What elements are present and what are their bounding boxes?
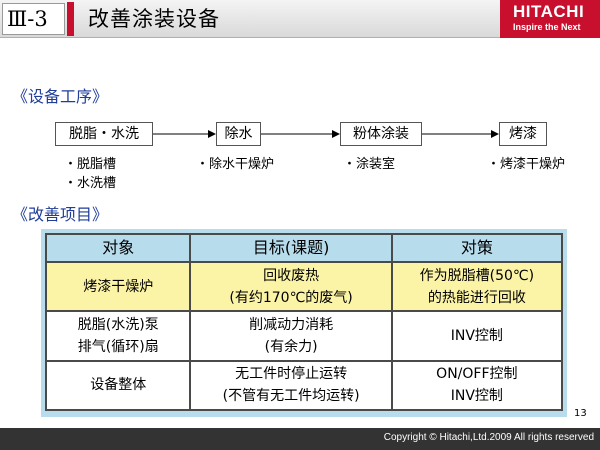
cell-line: INV控制	[450, 388, 503, 405]
cell-target: 设备整体	[44, 359, 192, 412]
cell-target: 烤漆干燥炉	[44, 260, 192, 313]
cell-line: (有余力)	[264, 338, 318, 355]
cell-goal: 削减动力消耗 (有余力)	[189, 310, 393, 362]
cell-goal: 回收废热 (有约170℃的废气)	[189, 260, 393, 313]
cell-line: 脱脂(水洗)泵	[77, 316, 159, 333]
column-header-target: 对象	[44, 233, 192, 263]
cell-line: 的热能进行回收	[427, 289, 526, 306]
cell-line: 排气(循环)扇	[77, 338, 159, 355]
improvements-table: 对象 目标(课题) 对策 烤漆干燥炉 回收废热 (有约170℃的废气) 作为脱脂…	[44, 233, 564, 412]
cell-measure: INV控制	[390, 310, 564, 362]
cell-line: 作为脱脂槽(50℃)	[419, 267, 535, 284]
slide-footer: Copyright © Hitachi,Ltd.2009 All rights …	[0, 428, 600, 450]
process-step-baking: 烤漆	[499, 122, 547, 146]
equipment-item: ・脱脂槽	[64, 157, 117, 172]
cell-line: 回收废热	[263, 267, 320, 284]
cell-line: (有约170℃的废气)	[229, 289, 353, 306]
cell-line: 烤漆干燥炉	[83, 278, 154, 295]
equipment-item: ・涂装室	[343, 157, 396, 172]
improvements-table-frame: 对象 目标(课题) 对策 烤漆干燥炉 回收废热 (有约170℃的废气) 作为脱脂…	[41, 229, 567, 417]
step-3-equipment: ・涂装室	[343, 155, 395, 174]
cell-line: 无工件时停止运转	[235, 366, 348, 383]
process-step-dewater: 除水	[216, 122, 261, 146]
table-header-row: 对象 目标(课题) 对策	[44, 233, 564, 263]
copyright-text: Copyright © Hitachi,Ltd.2009 All rights …	[383, 432, 594, 443]
cell-measure: ON/OFF控制 INV控制	[390, 359, 564, 412]
table-row: 脱脂(水洗)泵 排气(循环)扇 削减动力消耗 (有余力) INV控制	[44, 310, 564, 362]
page-number: 13	[574, 408, 587, 419]
cell-line: ON/OFF控制	[436, 366, 518, 383]
step-2-equipment: ・除水干燥炉	[196, 155, 274, 174]
table-row: 设备整体 无工件时停止运转 (不管有无工件均运转) ON/OFF控制 INV控制	[44, 359, 564, 412]
equipment-item: ・水洗槽	[64, 176, 117, 191]
step-1-equipment: ・脱脂槽 ・水洗槽	[64, 155, 116, 193]
cell-line: INV控制	[450, 327, 503, 344]
table-row: 烤漆干燥炉 回收废热 (有约170℃的废气) 作为脱脂槽(50℃) 的热能进行回…	[44, 260, 564, 313]
equipment-item: ・除水干燥炉	[196, 157, 275, 172]
process-step-powder-coating: 粉体涂装	[340, 122, 422, 146]
cell-goal: 无工件时停止运转 (不管有无工件均运转)	[189, 359, 393, 412]
cell-line: (不管有无工件均运转)	[222, 388, 360, 405]
process-step-degrease-wash: 脱脂・水洗	[55, 122, 153, 146]
cell-target: 脱脂(水洗)泵 排气(循环)扇	[44, 310, 192, 362]
improvements-heading: 《改善项目》	[12, 205, 109, 224]
cell-line: 设备整体	[90, 377, 147, 394]
step-4-equipment: ・烤漆干燥炉	[487, 155, 565, 174]
cell-line: 削减动力消耗	[249, 316, 334, 333]
cell-measure: 作为脱脂槽(50℃) 的热能进行回收	[390, 260, 564, 313]
column-header-measure: 对策	[390, 233, 564, 263]
equipment-item: ・烤漆干燥炉	[487, 157, 566, 172]
column-header-goal: 目标(课题)	[189, 233, 393, 263]
